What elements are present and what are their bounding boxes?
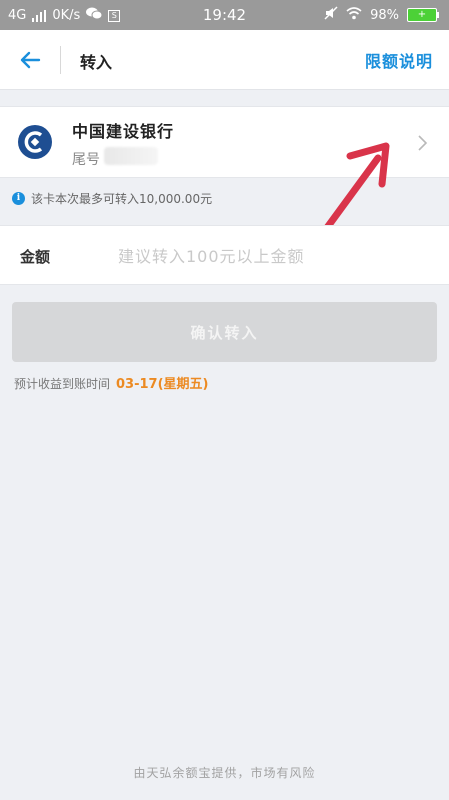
bank-card-selector[interactable]: 中国建设银行 尾号: [0, 106, 449, 178]
nav-bar: 转入 限额说明: [0, 30, 449, 90]
card-tail-number-redacted: [104, 147, 158, 165]
status-right: 98% +: [324, 6, 439, 24]
limit-info-link[interactable]: 限额说明: [365, 48, 433, 72]
battery-icon: +: [407, 8, 439, 22]
arrival-label: 预计收益到账时间: [14, 377, 111, 391]
arrival-date: 03-17(星期五): [116, 377, 209, 392]
chevron-right-icon: [418, 135, 428, 151]
back-arrow-icon: [20, 51, 41, 69]
confirm-transfer-button[interactable]: 确认转入: [12, 302, 437, 362]
footer-disclaimer: 由天弘余额宝提供，市场有风险: [133, 766, 316, 780]
arrival-time: 预计收益到账时间 03-17(星期五): [14, 373, 208, 392]
back-button[interactable]: [16, 48, 44, 72]
amount-row: 金额: [0, 225, 449, 285]
battery-percent: 98%: [370, 7, 399, 23]
mute-icon: [324, 6, 338, 24]
transfer-limit-notice: i 该卡本次最多可转入10,000.00元: [12, 190, 212, 207]
amount-input[interactable]: [118, 240, 418, 272]
card-tail-label: 尾号: [72, 152, 100, 168]
page-title: 转入: [80, 53, 113, 72]
status-bar: 4G 0K/s S 19:42 98% +: [0, 0, 449, 30]
notice-text: 该卡本次最多可转入10,000.00元: [31, 192, 213, 206]
amount-label: 金额: [20, 248, 51, 266]
ccb-logo-icon: [18, 125, 52, 159]
bank-name: 中国建设银行: [72, 122, 175, 141]
wifi-icon: [346, 6, 362, 24]
info-icon: i: [12, 192, 25, 205]
nav-divider: [60, 46, 61, 74]
